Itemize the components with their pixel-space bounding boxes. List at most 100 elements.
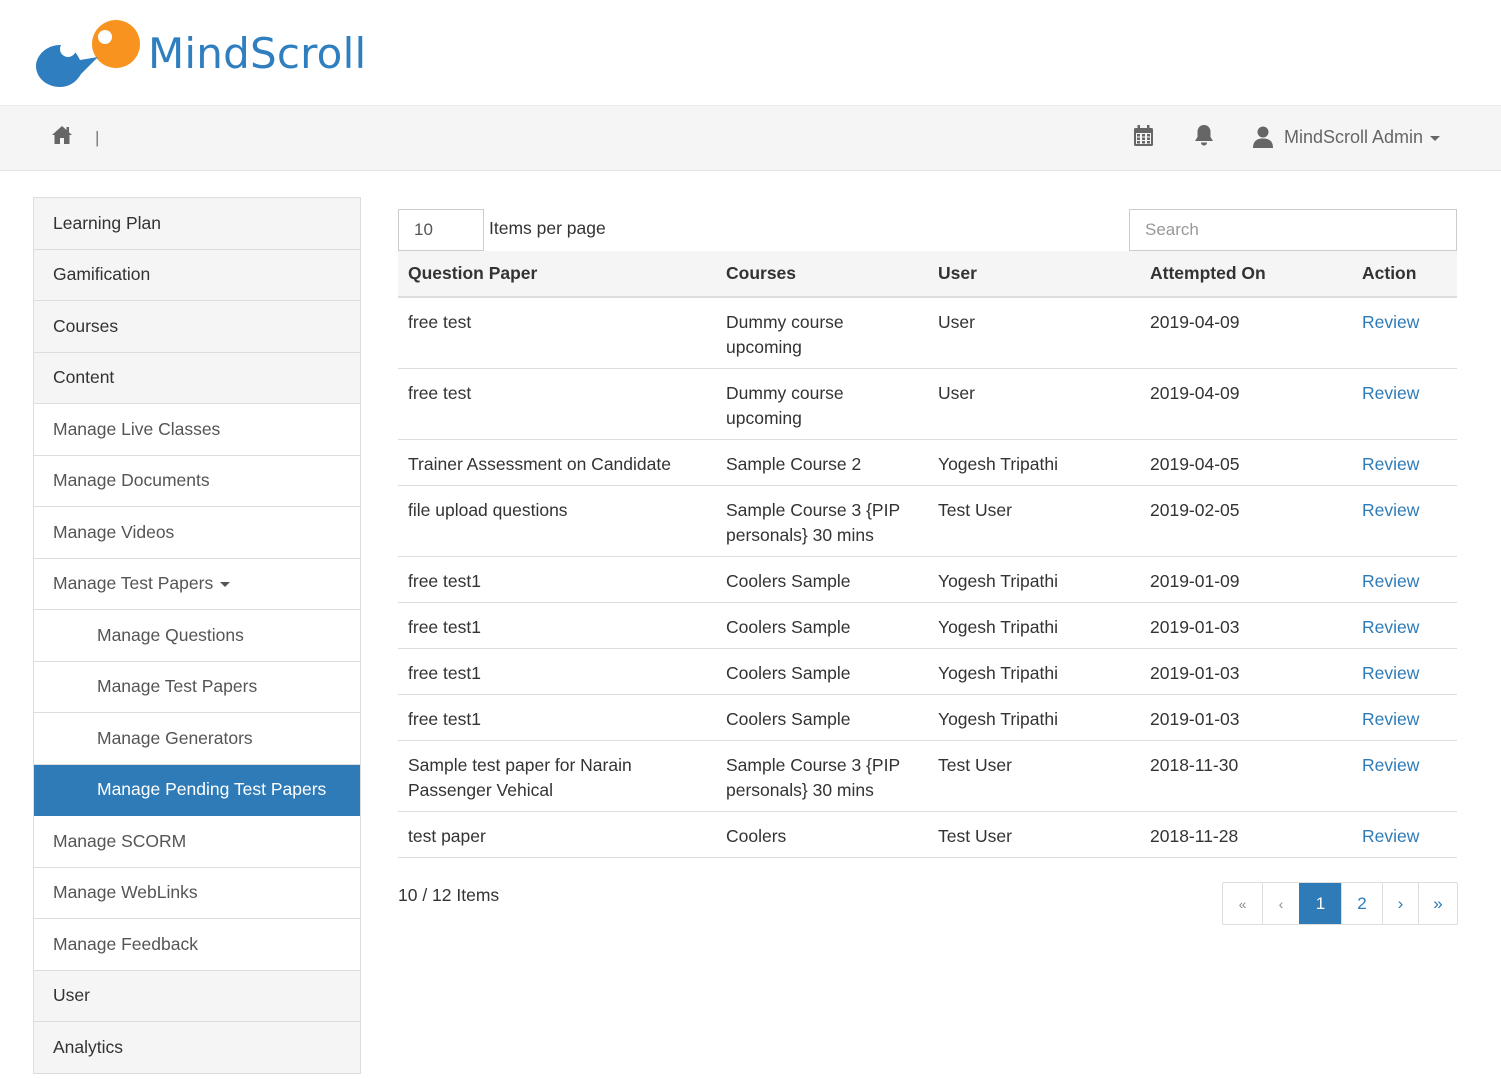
sidebar-item-label: Content <box>53 367 115 388</box>
sidebar-item-manage-feedback[interactable]: Manage Feedback <box>34 919 360 971</box>
cell-course: Sample Course 3 {PIP personals} 30 mins <box>716 740 928 812</box>
pagination-prev-button[interactable]: ‹ <box>1262 883 1299 924</box>
cell-action: Review <box>1352 694 1457 741</box>
sidebar-item-manage-documents[interactable]: Manage Documents <box>34 455 360 507</box>
sidebar-item-learning-plan[interactable]: Learning Plan <box>34 198 360 250</box>
sidebar-item-gamification[interactable]: Gamification <box>34 249 360 301</box>
sidebar-item-manage-test-papers-group[interactable]: Manage Test Papers <box>34 558 360 610</box>
mindscroll-logo <box>36 20 140 87</box>
cell-question-paper: free test1 <box>398 602 716 649</box>
breadcrumb-separator: | <box>95 128 100 147</box>
cell-question-paper: Trainer Assessment on Candidate <box>398 439 716 486</box>
sidebar-item-manage-pending-test-papers[interactable]: Manage Pending Test Papers <box>34 764 360 816</box>
user-menu-dropdown[interactable]: MindScroll Admin <box>1253 122 1441 152</box>
cell-user: User <box>928 297 1140 369</box>
cell-course: Coolers Sample <box>716 648 928 695</box>
sidebar-item-manage-generators[interactable]: Manage Generators <box>34 713 360 765</box>
chevron-down-icon <box>220 582 231 588</box>
cell-course: Sample Course 3 {PIP personals} 30 mins <box>716 485 928 557</box>
review-link[interactable]: Review <box>1362 617 1419 637</box>
review-link[interactable]: Review <box>1362 383 1419 403</box>
cell-attempted-on: 2019-04-09 <box>1140 297 1352 369</box>
table-row: file upload questions Sample Course 3 {P… <box>398 485 1457 557</box>
sidebar-item-label: Manage Feedback <box>53 933 198 954</box>
brand[interactable]: MindScroll <box>36 18 366 88</box>
sidebar-item-manage-questions[interactable]: Manage Questions <box>34 610 360 662</box>
sidebar-item-user[interactable]: User <box>34 970 360 1022</box>
sidebar-item-manage-live-classes[interactable]: Manage Live Classes <box>34 404 360 456</box>
cell-action: Review <box>1352 811 1457 858</box>
items-count: 10 / 12 Items <box>398 885 500 905</box>
cell-user: Test User <box>928 485 1140 557</box>
cell-action: Review <box>1352 648 1457 695</box>
items-per-page-label: Items per page <box>489 218 606 238</box>
sidebar-item-manage-weblinks[interactable]: Manage WebLinks <box>34 867 360 919</box>
sidebar-item-label: Manage Questions <box>97 624 244 645</box>
items-per-page-input[interactable] <box>398 209 484 251</box>
sidebar-item-label: Learning Plan <box>53 212 161 233</box>
cell-user: Test User <box>928 811 1140 858</box>
calendar-icon[interactable] <box>1134 125 1153 146</box>
cell-user: Yogesh Tripathi <box>928 648 1140 695</box>
pagination-page-1[interactable]: 1 <box>1299 883 1341 924</box>
cell-question-paper: free test1 <box>398 556 716 603</box>
sidebar-item-courses[interactable]: Courses <box>34 301 360 353</box>
review-link[interactable]: Review <box>1362 500 1419 520</box>
cell-question-paper: free test <box>398 297 716 369</box>
review-link[interactable]: Review <box>1362 709 1419 729</box>
sidebar: Learning Plan Gamification Courses Conte… <box>33 197 361 1074</box>
sidebar-item-label: Gamification <box>53 264 151 285</box>
cell-action: Review <box>1352 485 1457 557</box>
search-input[interactable] <box>1129 209 1457 251</box>
user-name: MindScroll Admin <box>1284 126 1424 147</box>
cell-course: Coolers Sample <box>716 602 928 649</box>
column-header-user[interactable]: User <box>928 251 1140 298</box>
table-row: free test1 Coolers Sample Yogesh Tripath… <box>398 602 1457 649</box>
cell-attempted-on: 2018-11-28 <box>1140 811 1352 858</box>
home-icon[interactable] <box>51 124 73 146</box>
cell-attempted-on: 2019-01-09 <box>1140 556 1352 603</box>
sidebar-item-label: Manage SCORM <box>53 830 187 851</box>
sidebar-item-analytics[interactable]: Analytics <box>34 1022 360 1074</box>
cell-question-paper: test paper <box>398 811 716 858</box>
cell-action: Review <box>1352 439 1457 486</box>
cell-attempted-on: 2019-01-03 <box>1140 694 1352 741</box>
sidebar-item-label: Manage Test Papers <box>97 676 258 697</box>
sidebar-item-manage-videos[interactable]: Manage Videos <box>34 507 360 559</box>
cell-attempted-on: 2019-02-05 <box>1140 485 1352 557</box>
pagination-last-button[interactable]: » <box>1418 883 1457 924</box>
cell-user: Yogesh Tripathi <box>928 602 1140 649</box>
sidebar-item-label: Courses <box>53 315 119 336</box>
bell-icon[interactable] <box>1194 124 1214 146</box>
review-link[interactable]: Review <box>1362 755 1419 775</box>
review-link[interactable]: Review <box>1362 663 1419 683</box>
table-row: test paper Coolers Test User 2018-11-28 … <box>398 811 1457 858</box>
review-link[interactable]: Review <box>1362 454 1419 474</box>
cell-course: Dummy course upcoming <box>716 368 928 440</box>
pagination-first-button[interactable]: « <box>1223 883 1262 924</box>
cell-attempted-on: 2018-11-30 <box>1140 740 1352 812</box>
cell-course: Coolers <box>716 811 928 858</box>
sidebar-item-manage-test-papers[interactable]: Manage Test Papers <box>34 661 360 713</box>
cell-course: Sample Course 2 <box>716 439 928 486</box>
sidebar-item-manage-scorm[interactable]: Manage SCORM <box>34 816 360 868</box>
top-navbar: | MindScroll Admin <box>0 105 1501 171</box>
review-link[interactable]: Review <box>1362 571 1419 591</box>
column-header-courses[interactable]: Courses <box>716 251 928 298</box>
sidebar-item-content[interactable]: Content <box>34 352 360 404</box>
column-header-question-paper[interactable]: Question Paper <box>398 251 716 298</box>
review-link[interactable]: Review <box>1362 826 1419 846</box>
table-row: free test Dummy course upcoming User 201… <box>398 368 1457 440</box>
cell-question-paper: file upload questions <box>398 485 716 557</box>
column-header-attempted-on[interactable]: Attempted On <box>1140 251 1352 298</box>
cell-attempted-on: 2019-04-05 <box>1140 439 1352 486</box>
pagination-next-button[interactable]: › <box>1382 883 1418 924</box>
table-row: Trainer Assessment on Candidate Sample C… <box>398 439 1457 486</box>
cell-user: Yogesh Tripathi <box>928 556 1140 603</box>
sidebar-item-label: Manage WebLinks <box>53 882 198 903</box>
cell-question-paper: Sample test paper for Narain Passenger V… <box>398 740 716 812</box>
review-link[interactable]: Review <box>1362 312 1419 332</box>
pagination-page-2[interactable]: 2 <box>1341 883 1382 924</box>
cell-action: Review <box>1352 556 1457 603</box>
sidebar-item-label: Manage Live Classes <box>53 418 221 439</box>
